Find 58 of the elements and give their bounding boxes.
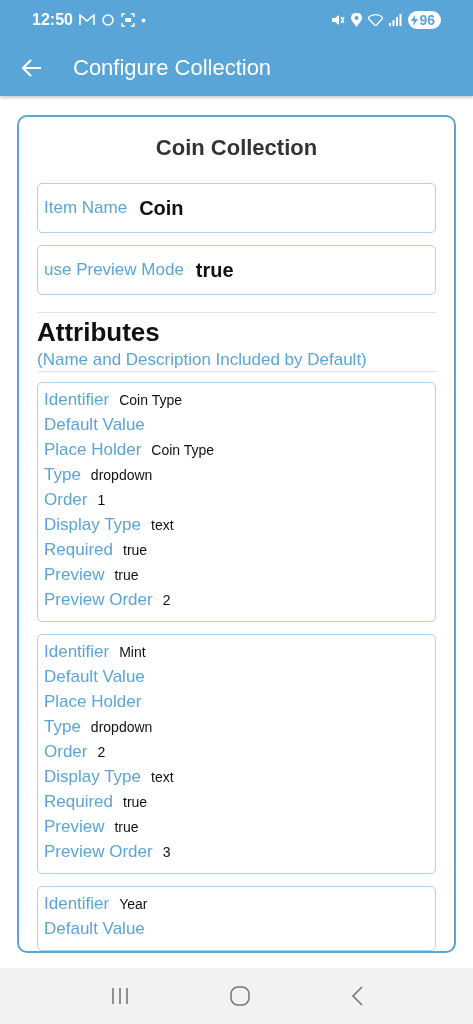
attribute-label: Display Type — [44, 515, 141, 535]
attribute-value: text — [151, 769, 174, 785]
attribute-label: Preview — [44, 817, 105, 837]
attribute-label: Preview Order — [44, 842, 153, 862]
battery-indicator: 96 — [408, 11, 441, 29]
attribute-label: Type — [44, 465, 81, 485]
attribute-value: 2 — [162, 592, 171, 608]
section-heading: Attributes — [37, 317, 161, 348]
dot-icon — [140, 17, 146, 23]
attribute-value: Coin Type — [151, 442, 215, 458]
attribute-label: Type — [44, 717, 81, 737]
attribute-label: Default Value — [44, 667, 145, 687]
attribute-label: Required — [44, 540, 113, 560]
attribute-value: true — [123, 542, 148, 558]
attribute-label: Identifier — [44, 390, 110, 410]
attribute-label: Required — [44, 792, 113, 812]
attribute-label: Display Type — [44, 767, 141, 787]
attribute-value: dropdown — [90, 719, 153, 735]
field-value: true — [195, 258, 234, 282]
attribute-value: true — [114, 567, 139, 583]
field-label: Item Name — [44, 198, 128, 218]
attribute-value: 1 — [97, 492, 106, 508]
attribute-value: Coin Type — [119, 392, 182, 408]
attribute-label: Identifier — [44, 894, 110, 914]
attribute-value: true — [123, 794, 148, 810]
mail-icon — [78, 14, 95, 26]
recents-icon[interactable] — [110, 987, 131, 1005]
attribute-label: Place Holder — [44, 692, 142, 712]
field-label: use Preview Mode — [44, 260, 184, 280]
attribute-label: Order — [44, 490, 88, 510]
attribute-value: Year — [119, 896, 148, 912]
back-button[interactable] — [22, 59, 42, 77]
attribute-value: text — [151, 517, 174, 533]
collection-title: Coin Collection — [154, 135, 319, 161]
attribute-label: Preview — [44, 565, 105, 585]
signal-icon — [389, 14, 403, 26]
attribute-value: dropdown — [90, 467, 153, 483]
attribute-label: Place Holder — [44, 440, 142, 460]
attribute-value: true — [114, 819, 139, 835]
attribute-label: Order — [44, 742, 88, 762]
back-icon[interactable] — [350, 986, 363, 1006]
screenshot-icon — [120, 13, 135, 27]
home-icon[interactable] — [230, 986, 251, 1006]
field-value: Coin — [139, 196, 184, 220]
attribute-label: Default Value — [44, 415, 145, 435]
attribute-label: Preview Order — [44, 590, 153, 610]
attribute-value: 2 — [97, 744, 106, 760]
attribute-label: Identifier — [44, 642, 110, 662]
attribute-value: Mint — [119, 644, 146, 660]
section-note: (Name and Description Included by Default) — [37, 348, 436, 372]
attribute-value: 3 — [162, 844, 171, 860]
clock: 12:50 — [32, 11, 73, 29]
attribute-label: Default Value — [44, 919, 145, 939]
mute-icon — [331, 13, 346, 27]
location-icon — [351, 13, 363, 27]
wifi-icon — [368, 14, 384, 26]
screen-title: Configure Collection — [73, 55, 272, 81]
sync-icon — [100, 13, 115, 27]
